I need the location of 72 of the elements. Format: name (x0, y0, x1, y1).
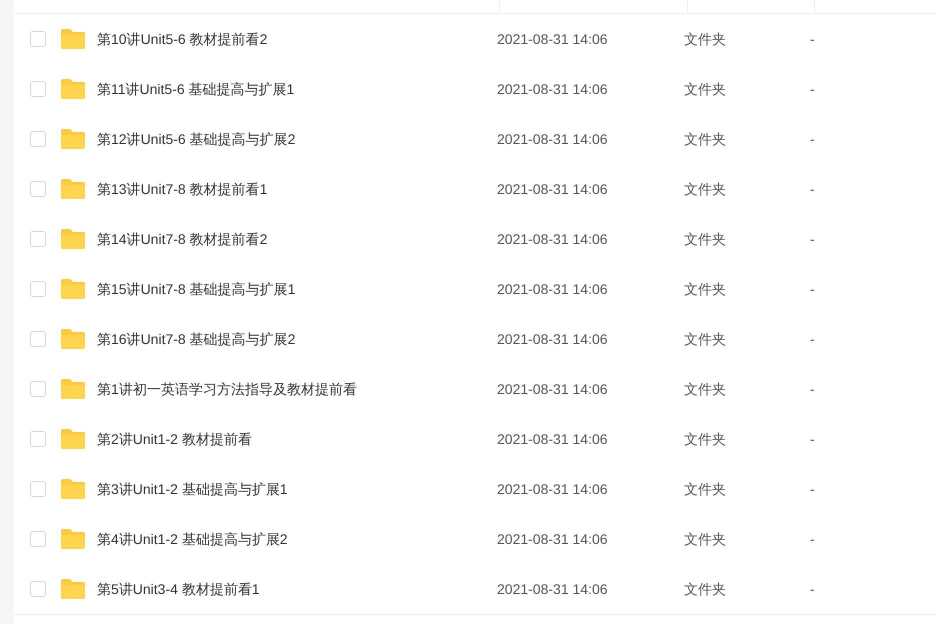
file-name[interactable]: 第1讲初一英语学习方法指导及教材提前看 (97, 378, 497, 400)
folder-icon (60, 328, 86, 350)
file-size: - (810, 330, 815, 348)
file-size: - (810, 530, 815, 548)
folder-icon (60, 578, 86, 600)
checkbox[interactable] (30, 481, 46, 497)
folder-icon (60, 428, 86, 450)
modified-time: 2021-08-31 14:06 (497, 480, 609, 498)
file-name[interactable]: 第12讲Unit5-6 基础提高与扩展2 (97, 128, 497, 150)
file-type: 文件夹 (684, 130, 727, 148)
file-size: - (810, 230, 815, 248)
checkbox[interactable] (30, 381, 46, 397)
file-type: 文件夹 (684, 280, 727, 298)
file-type: 文件夹 (684, 80, 727, 98)
checkbox[interactable] (30, 531, 46, 547)
modified-time: 2021-08-31 14:06 (497, 530, 609, 548)
file-name[interactable]: 第13讲Unit7-8 教材提前看1 (97, 178, 497, 200)
checkbox[interactable] (30, 131, 46, 147)
checkbox[interactable] (30, 581, 46, 597)
file-type: 文件夹 (684, 430, 727, 448)
folder-icon (60, 178, 86, 200)
folder-icon (60, 478, 86, 500)
file-type: 文件夹 (684, 230, 727, 248)
modified-time: 2021-08-31 14:06 (497, 180, 609, 198)
file-size: - (810, 480, 815, 498)
folder-icon (60, 128, 86, 150)
file-name[interactable]: 第15讲Unit7-8 基础提高与扩展1 (97, 278, 497, 300)
checkbox[interactable] (30, 181, 46, 197)
file-name[interactable]: 第3讲Unit1-2 基础提高与扩展1 (97, 478, 497, 500)
folder-icon (60, 278, 86, 300)
folder-icon (60, 528, 86, 550)
file-name[interactable]: 第16讲Unit7-8 基础提高与扩展2 (97, 328, 497, 350)
file-name[interactable]: 第11讲Unit5-6 基础提高与扩展1 (97, 78, 497, 100)
modified-time: 2021-08-31 14:06 (497, 230, 609, 248)
file-type: 文件夹 (684, 530, 727, 548)
folder-icon (60, 78, 86, 100)
modified-time: 2021-08-31 14:06 (497, 30, 609, 48)
file-type: 文件夹 (684, 30, 727, 48)
file-size: - (810, 180, 815, 198)
modified-time: 2021-08-31 14:06 (497, 330, 609, 348)
file-type: 文件夹 (684, 180, 727, 198)
checkbox[interactable] (30, 431, 46, 447)
file-type: 文件夹 (684, 580, 727, 598)
modified-time: 2021-08-31 14:06 (497, 430, 609, 448)
checkbox[interactable] (30, 281, 46, 297)
modified-time: 2021-08-31 14:06 (497, 80, 609, 98)
file-name[interactable]: 第4讲Unit1-2 基础提高与扩展2 (97, 528, 497, 550)
file-size: - (810, 30, 815, 48)
file-size: - (810, 280, 815, 298)
file-name[interactable]: 第14讲Unit7-8 教材提前看2 (97, 228, 497, 250)
file-type: 文件夹 (684, 330, 727, 348)
file-size: - (810, 130, 815, 148)
file-size: - (810, 80, 815, 98)
modified-time: 2021-08-31 14:06 (497, 580, 609, 598)
modified-time: 2021-08-31 14:06 (497, 130, 609, 148)
checkbox[interactable] (30, 31, 46, 47)
folder-icon (60, 28, 86, 50)
checkbox[interactable] (30, 231, 46, 247)
folder-icon (60, 228, 86, 250)
checkbox[interactable] (30, 331, 46, 347)
file-size: - (810, 380, 815, 398)
file-name[interactable]: 第10讲Unit5-6 教材提前看2 (97, 28, 497, 50)
modified-time: 2021-08-31 14:06 (497, 280, 609, 298)
file-name[interactable]: 第5讲Unit3-4 教材提前看1 (97, 578, 497, 600)
folder-icon (60, 378, 86, 400)
file-type: 文件夹 (684, 480, 727, 498)
file-type: 文件夹 (684, 380, 727, 398)
file-name[interactable]: 第2讲Unit1-2 教材提前看 (97, 428, 497, 450)
checkbox[interactable] (30, 81, 46, 97)
file-size: - (810, 430, 815, 448)
file-size: - (810, 580, 815, 598)
modified-time: 2021-08-31 14:06 (497, 380, 609, 398)
